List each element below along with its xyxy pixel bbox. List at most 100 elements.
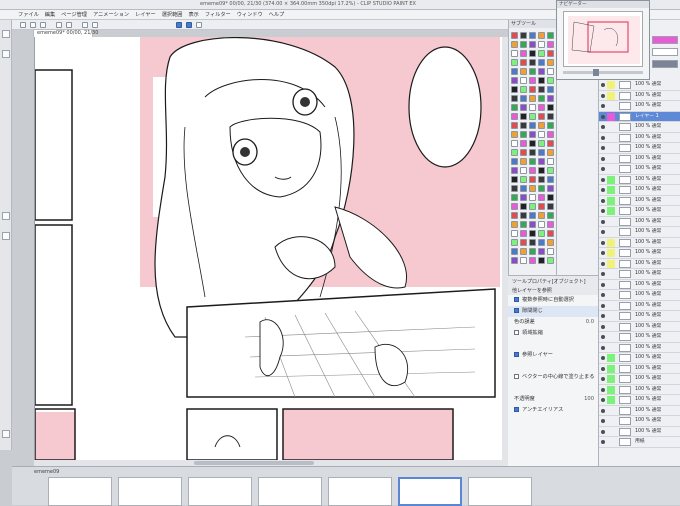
subtool-icon[interactable] xyxy=(511,176,518,183)
property-row[interactable]: 参照レイヤー xyxy=(508,350,598,361)
subtool-icon[interactable] xyxy=(511,86,518,93)
subtool-icon[interactable] xyxy=(538,230,545,237)
subtool-icon[interactable] xyxy=(511,113,518,120)
subtool-icon[interactable] xyxy=(511,59,518,66)
subtool-icon[interactable] xyxy=(520,50,527,57)
new-icon[interactable] xyxy=(20,22,26,28)
subtool-icon[interactable] xyxy=(529,68,536,75)
subtool-icon[interactable] xyxy=(529,113,536,120)
subtool-icon[interactable] xyxy=(529,230,536,237)
subtool-icon[interactable] xyxy=(547,194,554,201)
subtool-icon[interactable] xyxy=(538,257,545,264)
subtool-icon[interactable] xyxy=(511,122,518,129)
zoom-slider-knob[interactable] xyxy=(593,69,599,76)
subtool-icon[interactable] xyxy=(520,203,527,210)
visibility-eye-icon[interactable] xyxy=(601,282,605,287)
property-checkbox[interactable] xyxy=(514,374,519,379)
subtool-icon[interactable] xyxy=(529,59,536,66)
visibility-eye-icon[interactable] xyxy=(601,156,605,161)
subtool-icon[interactable] xyxy=(520,95,527,102)
page-thumbnail[interactable] xyxy=(328,477,392,506)
property-row[interactable] xyxy=(508,361,598,372)
layer-row[interactable]: 100 % 通常 xyxy=(599,91,680,101)
subtool-icon[interactable] xyxy=(538,248,545,255)
subtool-icon[interactable] xyxy=(538,194,545,201)
subtool-icon[interactable] xyxy=(547,68,554,75)
subtool-icon[interactable] xyxy=(511,221,518,228)
property-checkbox[interactable] xyxy=(514,330,519,335)
subtool-icon[interactable] xyxy=(520,167,527,174)
visibility-eye-icon[interactable] xyxy=(601,419,605,423)
redo-icon[interactable] xyxy=(66,22,72,28)
subtool-icon[interactable] xyxy=(547,203,554,210)
subtool-icon[interactable] xyxy=(547,212,554,219)
layer-row[interactable]: 100 % 通常 xyxy=(599,185,680,196)
property-row[interactable]: 領域拡縮 xyxy=(508,328,598,339)
subtool-icon[interactable] xyxy=(520,257,527,264)
layer-row[interactable]: 100 % 通常 xyxy=(599,364,680,374)
visibility-eye-icon[interactable] xyxy=(601,387,605,392)
tool-icon[interactable] xyxy=(2,30,10,38)
subtool-icon[interactable] xyxy=(547,86,554,93)
visibility-eye-icon[interactable] xyxy=(601,188,605,192)
subtool-icon[interactable] xyxy=(538,104,545,111)
subtool-icon[interactable] xyxy=(547,41,554,48)
subtool-icon[interactable] xyxy=(511,104,518,111)
menu-item[interactable]: ウィンドウ xyxy=(237,10,263,19)
visibility-eye-icon[interactable] xyxy=(601,209,605,213)
subtool-icon[interactable] xyxy=(547,104,554,111)
visibility-eye-icon[interactable] xyxy=(601,408,605,413)
document-tab[interactable]: ememe09* 00/00, 21/30 xyxy=(33,29,98,37)
color-bar[interactable] xyxy=(652,48,678,56)
layer-row[interactable]: 100 % 通常 xyxy=(599,206,680,217)
subtool-icon[interactable] xyxy=(511,248,518,255)
visibility-eye-icon[interactable] xyxy=(601,83,605,87)
subtool-icon[interactable] xyxy=(511,194,518,201)
subtool-icon[interactable] xyxy=(547,239,554,246)
menu-item[interactable]: ファイル xyxy=(18,10,39,19)
clear-icon[interactable] xyxy=(82,22,88,28)
subtool-icon[interactable] xyxy=(538,113,545,120)
layer-row[interactable]: 100 % 通常 xyxy=(599,311,680,322)
subtool-icon[interactable] xyxy=(538,68,545,75)
visibility-eye-icon[interactable] xyxy=(601,429,605,434)
layer-row[interactable]: 100 % 通常 xyxy=(599,269,680,280)
visibility-eye-icon[interactable] xyxy=(601,146,605,150)
layer-row[interactable]: 100 % 通常 xyxy=(599,227,680,238)
visibility-eye-icon[interactable] xyxy=(601,345,605,350)
subtool-icon[interactable] xyxy=(520,32,527,39)
menu-item[interactable]: フィルター xyxy=(205,10,231,19)
subtool-icon[interactable] xyxy=(520,77,527,84)
subtool-icon[interactable] xyxy=(538,167,545,174)
subtool-icon[interactable] xyxy=(529,104,536,111)
layer-row[interactable]: 100 % 通常 xyxy=(599,301,680,311)
subtool-icon[interactable] xyxy=(538,212,545,219)
tool-icon[interactable] xyxy=(2,232,10,240)
visibility-eye-icon[interactable] xyxy=(601,114,605,119)
subtool-icon[interactable] xyxy=(547,158,554,165)
property-row[interactable]: アンチエイリアス xyxy=(508,405,598,416)
page-thumbnail-selected[interactable] xyxy=(398,477,462,506)
visibility-eye-icon[interactable] xyxy=(601,377,605,381)
subtool-icon[interactable] xyxy=(547,32,554,39)
visibility-eye-icon[interactable] xyxy=(601,230,605,234)
layer-row[interactable]: 100 % 通常 xyxy=(599,133,680,143)
subtool-icon[interactable] xyxy=(547,140,554,147)
layer-row[interactable]: 100 % 通常 xyxy=(599,290,680,301)
layer-row[interactable]: 100 % 通常 xyxy=(599,122,680,133)
property-row[interactable]: ベクターの中心線で塗り止まる xyxy=(508,372,598,383)
subtool-icon[interactable] xyxy=(511,131,518,138)
menu-item[interactable]: 選択範囲 xyxy=(162,10,183,19)
subtool-icon[interactable] xyxy=(520,176,527,183)
visibility-eye-icon[interactable] xyxy=(601,303,605,308)
subtool-icon[interactable] xyxy=(520,212,527,219)
subtool-icon[interactable] xyxy=(511,50,518,57)
tool-icon[interactable] xyxy=(2,50,10,58)
subtool-icon[interactable] xyxy=(538,32,545,39)
visibility-eye-icon[interactable] xyxy=(601,314,605,318)
subtool-icon[interactable] xyxy=(529,131,536,138)
property-checkbox[interactable] xyxy=(514,308,519,313)
subtool-icon[interactable] xyxy=(529,212,536,219)
layer-row[interactable]: 100 % 通常 xyxy=(599,259,680,269)
subtool-icon[interactable] xyxy=(538,158,545,165)
